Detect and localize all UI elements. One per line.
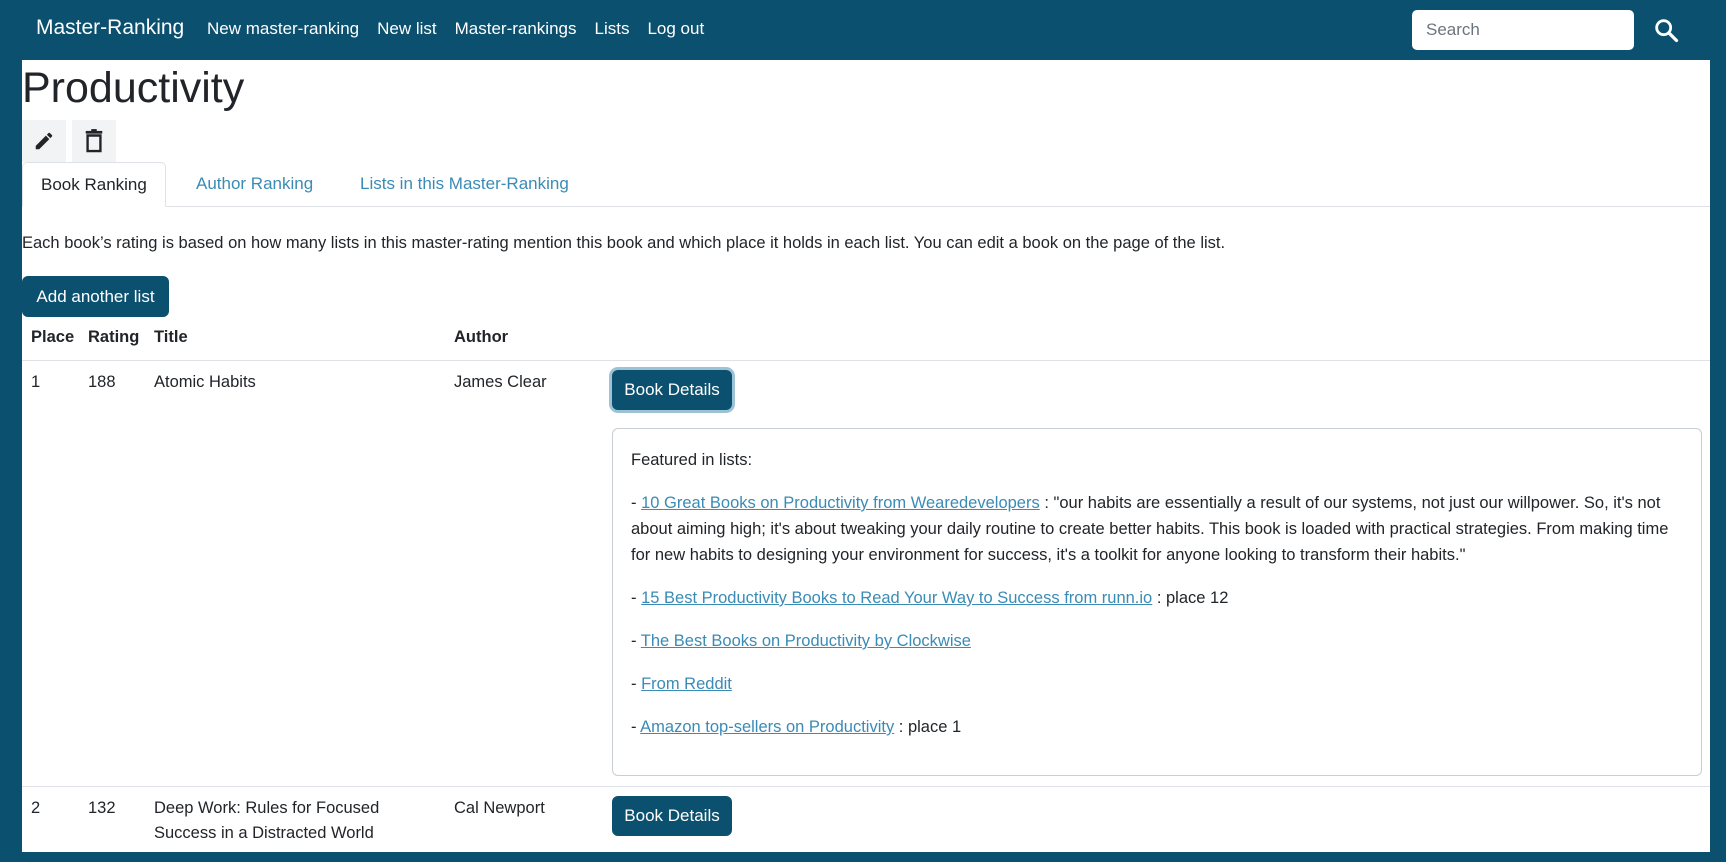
brand-link[interactable]: Master-Ranking xyxy=(36,16,184,40)
row-2-title: Deep Work: Rules for Focused Success in … xyxy=(154,799,380,842)
featured-list-item: - From Reddit xyxy=(631,675,732,693)
header-divider xyxy=(22,360,1710,361)
column-header-title: Title xyxy=(154,328,188,346)
edit-button[interactable] xyxy=(22,120,66,162)
featured-list-link[interactable]: Amazon top-sellers on Productivity xyxy=(640,718,894,736)
navbar: Master-Ranking New master-ranking New li… xyxy=(22,0,1710,60)
featured-list-item: - 15 Best Productivity Books to Read You… xyxy=(631,589,1229,607)
tabs-divider xyxy=(22,206,1710,207)
featured-heading: Featured in lists: xyxy=(631,451,753,469)
featured-list-item: - 10 Great Books on Productivity from We… xyxy=(631,494,1669,564)
column-header-rating: Rating xyxy=(88,328,140,346)
app-frame: Master-Ranking New master-ranking New li… xyxy=(22,0,1710,852)
row-divider xyxy=(22,786,1710,787)
tab-book-ranking[interactable]: Book Ranking xyxy=(22,162,166,207)
nav-link-new-list[interactable]: New list xyxy=(377,19,437,39)
search-icon[interactable] xyxy=(1652,16,1680,44)
featured-list-item: - Amazon top-sellers on Productivity : p… xyxy=(631,718,962,736)
row-1-book-details-button[interactable]: Book Details xyxy=(612,370,732,410)
ranking-description: Each book’s rating is based on how many … xyxy=(22,234,1226,252)
featured-list-link[interactable]: 15 Best Productivity Books to Read Your … xyxy=(641,589,1152,607)
featured-list-link[interactable]: The Best Books on Productivity by Clockw… xyxy=(641,632,971,650)
column-header-place: Place xyxy=(31,328,75,346)
trash-icon xyxy=(85,129,103,153)
tab-lists-in-master-ranking[interactable]: Lists in this Master-Ranking xyxy=(342,162,587,206)
delete-button[interactable] xyxy=(72,120,116,162)
nav-link-lists[interactable]: Lists xyxy=(595,19,630,39)
row-2-book-details-button[interactable]: Book Details xyxy=(612,796,732,836)
row-2-place: 2 xyxy=(31,799,41,817)
featured-list-item: - The Best Books on Productivity by Cloc… xyxy=(631,632,971,650)
search-input[interactable] xyxy=(1412,10,1634,50)
nav-link-log-out[interactable]: Log out xyxy=(647,19,704,39)
row-1-author: James Clear xyxy=(454,373,547,391)
page-title: Productivity xyxy=(22,64,245,112)
add-another-list-button[interactable]: Add another list xyxy=(22,276,169,317)
book-details-content: Featured in lists: - 10 Great Books on P… xyxy=(631,447,1681,757)
tab-author-ranking[interactable]: Author Ranking xyxy=(178,162,331,206)
featured-list-link[interactable]: From Reddit xyxy=(641,675,732,693)
nav-link-master-rankings[interactable]: Master-rankings xyxy=(455,19,577,39)
row-2-author: Cal Newport xyxy=(454,799,545,817)
book-details-panel: Featured in lists: - 10 Great Books on P… xyxy=(612,428,1702,776)
nav-link-new-master-ranking[interactable]: New master-ranking xyxy=(207,19,359,39)
nav-links: New master-ranking New list Master-ranki… xyxy=(207,19,722,39)
row-1-title: Atomic Habits xyxy=(154,373,256,391)
pencil-icon xyxy=(35,132,53,150)
featured-list-link[interactable]: 10 Great Books on Productivity from Wear… xyxy=(641,494,1040,512)
row-2-rating: 132 xyxy=(88,799,116,817)
row-1-rating: 188 xyxy=(88,373,116,391)
row-1-place: 1 xyxy=(31,373,41,391)
column-header-author: Author xyxy=(454,328,509,346)
